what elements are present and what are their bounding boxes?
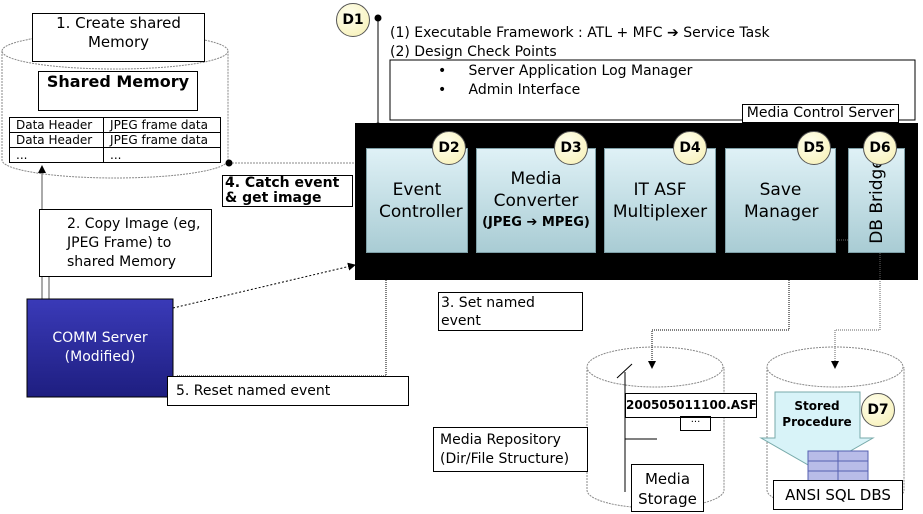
create-shared-memory-label: 1. Create shared Memory [32, 13, 205, 62]
badge-d6: D6 [863, 131, 897, 165]
media-repository-label: Media Repository (Dir/File Structure) [433, 427, 588, 472]
media-storage-label: Media Storage [631, 464, 704, 512]
server-title: Media Control Server [742, 104, 899, 123]
db-table-icon [807, 450, 869, 482]
shared-memory-title: Shared Memory [38, 71, 198, 111]
badge-d1: D1 [336, 3, 370, 37]
set-event-label: 3. Set named event [438, 292, 583, 331]
badge-d2: D2 [432, 131, 466, 165]
reset-event-label: 5. Reset named event [167, 376, 409, 406]
database-label: ANSI SQL DBS [773, 480, 903, 510]
badge-d3: D3 [554, 131, 588, 165]
media-file-more: ... [680, 415, 711, 431]
module-media-converter: Media Converter (JPEG ➔ MPEG) [476, 148, 596, 253]
comm-server: COMM Server (Modified) [52, 330, 148, 365]
module-asf-multiplexer: IT ASF Multiplexer [604, 148, 716, 253]
shared-memory-table: Data Header JPEG frame data Data Header JP… [8, 117, 221, 163]
table-row: ...... [8, 147, 221, 163]
catch-event-label: 4. Catch event & get image [222, 175, 353, 207]
notes: (1) Executable Framework : ATL + MFC ➔ S… [390, 25, 770, 98]
badge-d4: D4 [673, 131, 707, 165]
badge-d5: D5 [797, 131, 831, 165]
table-row: Data Header JPEG frame data [8, 117, 221, 133]
badge-d7: D7 [861, 393, 895, 427]
stored-procedure-label: Stored Procedure [782, 399, 852, 429]
table-row: Data Header JPEG frame data [8, 132, 221, 148]
architecture-diagram: 1. Create shared Memory Shared Memory Da… [0, 0, 923, 514]
copy-image-label: 2. Copy Image (eg, JPEG Frame) to shared… [39, 209, 212, 277]
